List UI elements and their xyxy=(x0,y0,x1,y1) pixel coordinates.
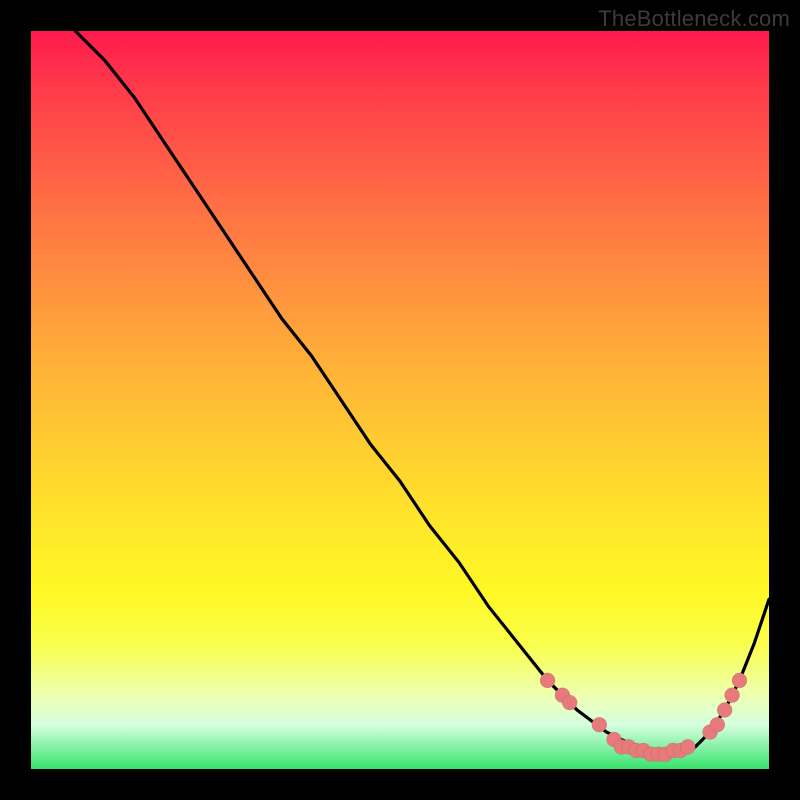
marker-dot xyxy=(717,703,732,718)
marker-dot xyxy=(680,739,695,754)
marker-dot xyxy=(710,717,725,732)
chart-frame: TheBottleneck.com xyxy=(0,0,800,800)
plot-area xyxy=(31,31,769,769)
marker-dot xyxy=(540,673,555,688)
bottleneck-curve xyxy=(75,31,769,754)
marker-dots xyxy=(540,673,747,762)
marker-dot xyxy=(732,673,747,688)
watermark-text: TheBottleneck.com xyxy=(598,6,790,32)
marker-dot xyxy=(592,717,607,732)
marker-dot xyxy=(725,688,740,703)
marker-dot xyxy=(562,695,577,710)
chart-svg xyxy=(31,31,769,769)
